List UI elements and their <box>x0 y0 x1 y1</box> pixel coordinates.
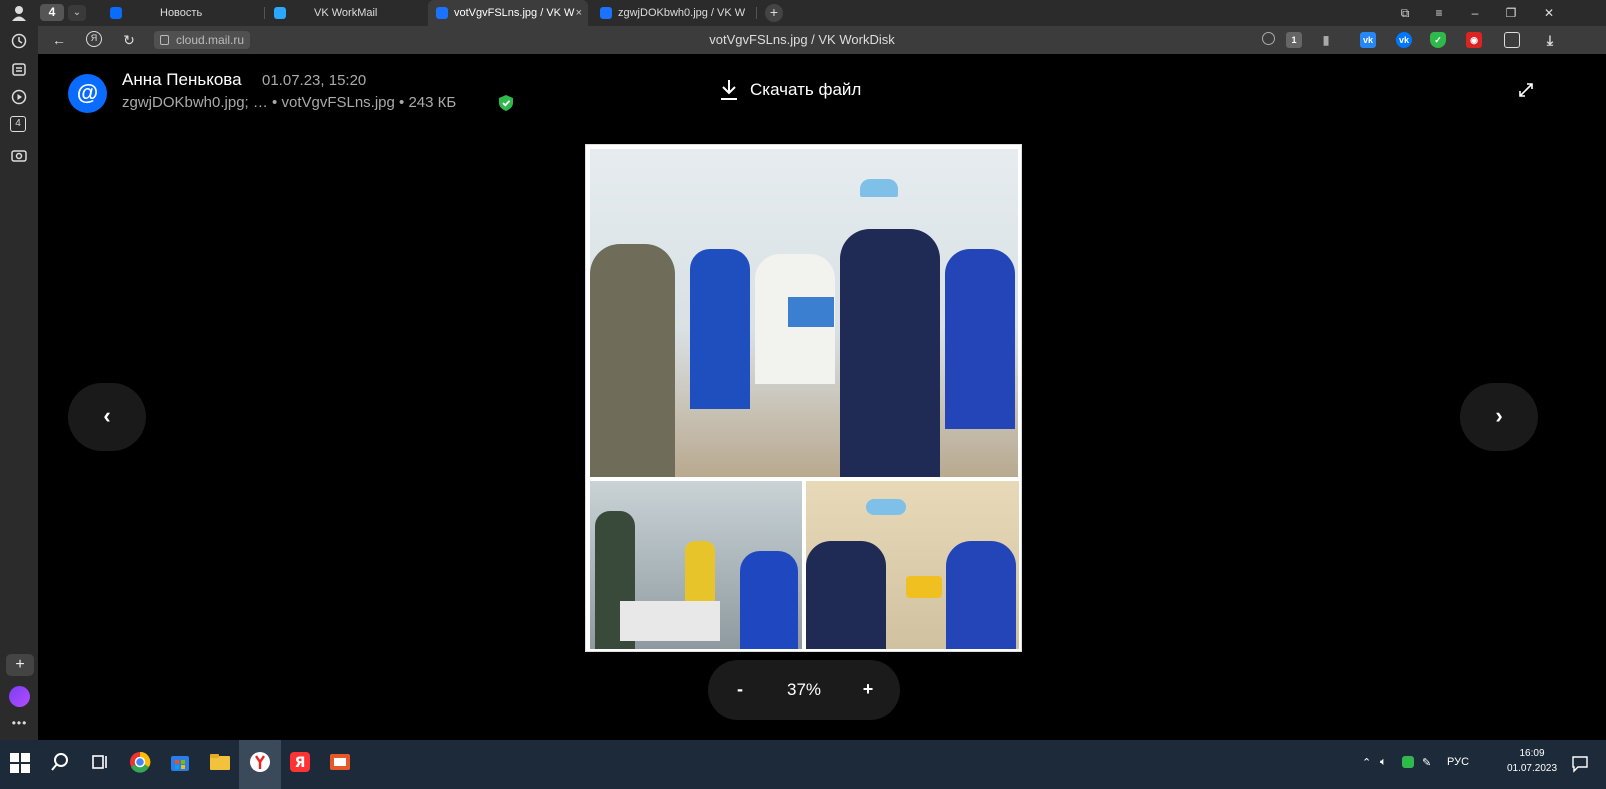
tab-novost[interactable]: Новость <box>102 0 262 26</box>
tab-divider <box>756 7 757 19</box>
minimize-button[interactable]: – <box>1458 0 1492 26</box>
task-view-icon[interactable] <box>88 750 112 774</box>
shield-check-icon <box>499 95 513 111</box>
next-file-button[interactable]: › <box>1460 383 1538 451</box>
protect-shield-icon[interactable]: ✓ <box>1430 32 1446 48</box>
screenshot-icon[interactable] <box>1504 32 1520 48</box>
file-explorer-icon[interactable] <box>208 750 232 774</box>
browser-tab-bar: 4 ⌄ Новость VK WorkMail votVgvFSLns.jpg … <box>0 0 1606 26</box>
tab-close-icon[interactable]: × <box>576 0 582 26</box>
yandex-browser-icon[interactable] <box>248 750 272 774</box>
activity-photo <box>590 481 802 649</box>
presentation-icon[interactable] <box>328 750 352 774</box>
download-label: Скачать файл <box>750 80 862 99</box>
chrome-icon[interactable] <box>128 750 152 774</box>
attachment-info: zgwjDOKbwh0.jpg; … • votVgvFSLns.jpg • 2… <box>122 94 457 111</box>
system-clock[interactable]: 16:09 01.07.2023 <box>1504 746 1560 776</box>
workdisk-favicon-icon <box>436 7 448 19</box>
more-icon[interactable]: ••• <box>9 716 30 730</box>
group-photo <box>590 149 1018 477</box>
notifications-icon[interactable] <box>1570 754 1590 774</box>
defender-icon[interactable] <box>1402 756 1414 768</box>
tab-zgwjdokbwh0[interactable]: zgwjDOKbwh0.jpg / VK W <box>592 0 752 26</box>
clock-date: 01.07.2023 <box>1506 763 1558 774</box>
tab-label: Новость <box>160 7 203 19</box>
clock-icon[interactable] <box>10 32 28 50</box>
fullscreen-icon[interactable] <box>1518 82 1534 98</box>
file-viewer: @ Анна Пенькова 01.07.23, 15:20 zgwjDOKb… <box>38 54 1606 740</box>
address-bar: ← Я ↻ cloud.mail.ru votVgvFSLns.jpg / VK… <box>38 26 1606 54</box>
record-extension-icon[interactable]: ◉ <box>1466 32 1482 48</box>
restore-button[interactable]: ❐ <box>1494 0 1528 26</box>
search-icon[interactable] <box>48 750 72 774</box>
mail-favicon-icon <box>110 7 122 19</box>
image-preview <box>585 144 1022 652</box>
zoom-out-button[interactable]: - <box>728 678 752 702</box>
vk-icon[interactable]: vk <box>1360 32 1376 48</box>
reader-icon[interactable] <box>1262 32 1275 45</box>
message-date: 01.07.23, 15:20 <box>262 72 367 89</box>
tab-divider <box>264 7 265 19</box>
tab-vk-workmail[interactable]: VK WorkMail <box>266 0 426 26</box>
new-tab-button[interactable]: + <box>765 4 783 22</box>
play-icon[interactable] <box>10 88 28 106</box>
pen-icon[interactable]: ✎ <box>1422 756 1431 769</box>
downloads-icon[interactable]: ⤓ <box>1542 32 1558 48</box>
yandex-icon[interactable]: Я <box>288 750 312 774</box>
zoom-in-button[interactable]: + <box>856 678 880 702</box>
extensions-icon[interactable]: 1 <box>1286 32 1302 48</box>
workmail-favicon-icon <box>274 7 286 19</box>
tab-label: votVgvFSLns.jpg / VK W <box>454 7 575 19</box>
tab-label: zgwjDOKbwh0.jpg / VK W <box>618 7 746 19</box>
collections-icon[interactable] <box>10 60 28 78</box>
toy-photo <box>806 481 1019 649</box>
volume-icon[interactable]: 🔈︎ <box>1380 756 1387 769</box>
zoom-level: 37% <box>786 680 822 699</box>
profile-icon[interactable] <box>10 4 28 22</box>
sender-name: Анна Пенькова <box>122 70 242 89</box>
store-icon[interactable] <box>168 750 192 774</box>
add-panel-button[interactable]: + <box>6 654 34 676</box>
vk-messenger-icon[interactable]: vk <box>1396 32 1412 48</box>
tab-counter[interactable]: 4 <box>40 4 64 21</box>
tab-count-badge[interactable]: 4 <box>10 116 26 132</box>
clock-time: 16:09 <box>1519 748 1545 759</box>
previous-file-button[interactable]: ‹ <box>68 383 146 451</box>
download-icon <box>721 80 737 100</box>
tab-votvgvfslns[interactable]: votVgvFSLns.jpg / VK W × <box>428 0 588 26</box>
input-language[interactable]: РУС <box>1447 756 1469 768</box>
tray-expand-icon[interactable]: ⌃ <box>1362 756 1371 769</box>
workdisk-favicon-icon <box>600 7 612 19</box>
chevron-down-icon[interactable]: ⌄ <box>68 5 86 21</box>
svg-text:Я: Я <box>295 755 306 771</box>
sender-avatar: @ <box>68 74 107 113</box>
zoom-control: - 37% + <box>708 660 900 720</box>
tabs-overview-icon[interactable]: ⧉ <box>1388 0 1422 26</box>
menu-icon[interactable]: ≡ <box>1422 0 1456 26</box>
windows-taskbar: Я ⌃ 🔈︎ ✎ РУС 16:09 01.07.2023 <box>0 740 1606 789</box>
bookmark-icon[interactable]: ▮ <box>1318 32 1334 48</box>
page-title: votVgvFSLns.jpg / VK WorkDisk <box>709 32 895 47</box>
windows-start-icon[interactable] <box>10 753 30 773</box>
browser-sidebar: 4 + ••• <box>0 26 38 740</box>
tab-label: VK WorkMail <box>314 7 378 19</box>
close-window-button[interactable]: ✕ <box>1532 0 1566 26</box>
camera-icon[interactable] <box>10 146 28 164</box>
alice-assistant-icon[interactable] <box>9 686 30 707</box>
